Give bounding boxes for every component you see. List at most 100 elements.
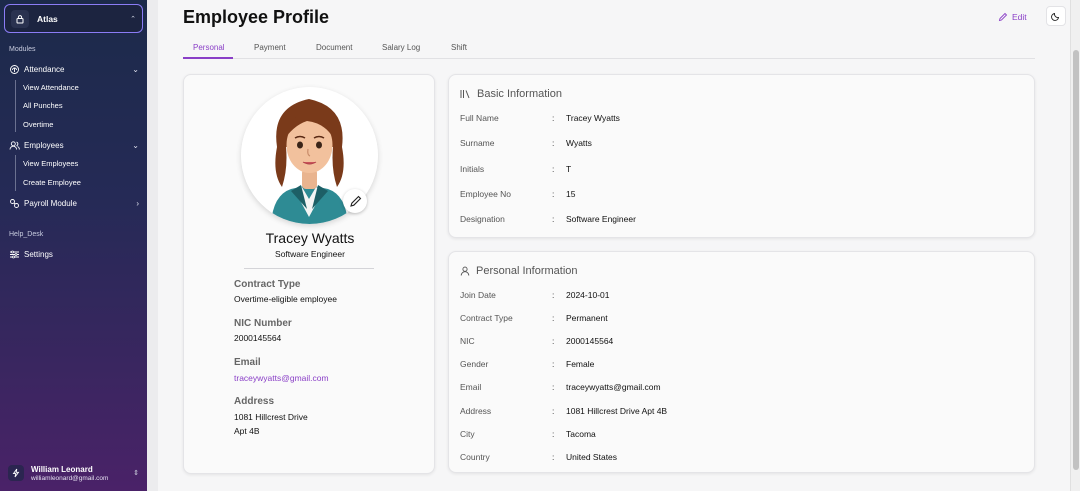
info-row-separator: : bbox=[552, 113, 555, 123]
user-info: William Leonard williamleonard@gmail.com bbox=[31, 465, 133, 482]
org-switcher[interactable]: Atlas ⌃ bbox=[4, 4, 143, 33]
nav-view-attendance[interactable]: View Attendance bbox=[23, 83, 79, 92]
scrollbar-thumb[interactable] bbox=[1073, 50, 1079, 470]
info-row-value: 1081 Hillcrest Drive Apt 4B bbox=[566, 405, 668, 416]
nav-overtime[interactable]: Overtime bbox=[23, 120, 53, 129]
personal-information-title-text: Personal Information bbox=[476, 265, 578, 277]
info-row-separator: : bbox=[552, 163, 555, 174]
info-row-value: traceywyatts@gmail.com bbox=[566, 382, 661, 393]
info-row-value: Wyatts bbox=[566, 138, 592, 149]
tab-shift[interactable]: Shift bbox=[451, 43, 467, 52]
theme-toggle-button[interactable] bbox=[1046, 6, 1066, 26]
user-icon bbox=[460, 266, 470, 276]
info-row-label: Employee No bbox=[460, 188, 512, 199]
tab-payment[interactable]: Payment bbox=[254, 43, 286, 52]
info-row-label: Designation bbox=[460, 214, 505, 225]
info-row-label: Contract Type bbox=[460, 313, 513, 324]
org-name: Atlas bbox=[37, 13, 58, 24]
info-row-value: Permanent bbox=[566, 313, 608, 324]
tab-salary-log[interactable]: Salary Log bbox=[382, 43, 420, 52]
info-row-label: Gender bbox=[460, 359, 489, 370]
users-icon bbox=[9, 140, 20, 151]
info-row-value: Software Engineer bbox=[566, 214, 636, 225]
page-title: Employee Profile bbox=[183, 7, 330, 27]
edit-button[interactable]: Edit bbox=[998, 12, 1027, 22]
basic-information-title-text: Basic Information bbox=[477, 88, 562, 100]
pencil-icon bbox=[998, 12, 1008, 22]
nav-attendance[interactable]: Attendance ⌄ bbox=[9, 61, 139, 77]
info-row-value: Female bbox=[566, 359, 595, 370]
main-content: Employee Profile Edit Personal Payment D… bbox=[158, 0, 1070, 491]
info-row-label: Email bbox=[460, 382, 482, 393]
sliders-icon bbox=[9, 249, 20, 260]
moon-icon bbox=[1051, 12, 1060, 21]
nic-number-label: NIC Number bbox=[234, 318, 292, 329]
basic-information-card: Basic Information Full Name: Tracey Wyatt… bbox=[448, 74, 1035, 238]
address-line-2: Apt 4B bbox=[234, 426, 260, 436]
chevron-down-icon: ⌄ bbox=[132, 140, 139, 150]
info-row-label: Address bbox=[460, 405, 492, 416]
nic-number-value: 2000145564 bbox=[234, 333, 282, 343]
tab-document[interactable]: Document bbox=[316, 43, 352, 52]
contract-type-value: Overtime-eligible employee bbox=[234, 294, 337, 304]
info-row-value: 2000145564 bbox=[566, 336, 614, 347]
pencil-icon bbox=[349, 195, 361, 207]
helpdesk-label: Help_Desk bbox=[9, 231, 44, 238]
scrollbar[interactable] bbox=[1070, 0, 1080, 491]
fingerprint-icon bbox=[9, 64, 20, 75]
info-row-value: Tacoma bbox=[566, 428, 596, 439]
chevron-down-icon: ⌄ bbox=[132, 64, 139, 74]
nav-view-employees[interactable]: View Employees bbox=[23, 159, 78, 168]
nav-settings-label: Settings bbox=[24, 249, 53, 259]
tab-personal[interactable]: Personal bbox=[193, 43, 225, 52]
nav-employees[interactable]: Employees ⌄ bbox=[9, 137, 139, 153]
info-row-label: Full Name bbox=[460, 113, 499, 123]
info-row-value: T bbox=[566, 163, 572, 174]
submenu-line bbox=[15, 155, 16, 191]
address-line-1: 1081 Hillcrest Drive bbox=[234, 412, 308, 422]
profile-designation: Software Engineer bbox=[275, 249, 345, 259]
info-row-separator: : bbox=[552, 382, 555, 393]
nav-payroll[interactable]: Payroll Module › bbox=[9, 195, 139, 211]
divider bbox=[244, 268, 374, 269]
nav-employees-label: Employees bbox=[24, 140, 64, 150]
user-menu[interactable]: William Leonard williamleonard@gmail.com… bbox=[0, 455, 147, 491]
info-row-value: Tracey Wyatts bbox=[566, 113, 620, 123]
info-row-value: 15 bbox=[566, 188, 576, 199]
sidebar: Atlas ⌃ Modules Attendance ⌄ View Attend… bbox=[0, 0, 147, 491]
nav-attendance-label: Attendance bbox=[24, 64, 65, 74]
info-row-label: Initials bbox=[460, 163, 485, 174]
info-row-separator: : bbox=[552, 188, 555, 199]
address-label: Address bbox=[234, 396, 275, 407]
email-link[interactable]: traceywyatts@gmail.com bbox=[234, 371, 329, 385]
info-row-label: City bbox=[460, 428, 475, 439]
info-row-separator: : bbox=[552, 428, 555, 439]
personal-information-title: Personal Information bbox=[460, 265, 578, 277]
info-row-separator: : bbox=[552, 359, 555, 370]
change-photo-button[interactable] bbox=[343, 189, 367, 213]
info-row-label: Surname bbox=[460, 138, 495, 149]
nav-all-punches[interactable]: All Punches bbox=[23, 101, 63, 110]
email-label: Email bbox=[234, 357, 261, 368]
info-row-separator: : bbox=[552, 313, 555, 324]
modules-label: Modules bbox=[9, 46, 36, 53]
nav-create-employee[interactable]: Create Employee bbox=[23, 178, 81, 187]
chevron-right-icon: › bbox=[136, 198, 139, 208]
lock-icon bbox=[11, 9, 29, 28]
submenu-line bbox=[15, 80, 16, 132]
chevrons-up-down-icon: ⌃ bbox=[130, 15, 136, 23]
user-name: William Leonard bbox=[31, 464, 93, 474]
info-row-value: United States bbox=[566, 451, 618, 462]
info-row-separator: : bbox=[552, 336, 555, 347]
contract-type-label: Contract Type bbox=[234, 279, 301, 290]
info-row-value: 2024-10-01 bbox=[566, 290, 610, 300]
bolt-icon bbox=[8, 465, 24, 481]
info-row-separator: : bbox=[552, 138, 555, 149]
nav-payroll-label: Payroll Module bbox=[24, 198, 77, 208]
info-row-separator: : bbox=[552, 290, 555, 300]
nav-settings[interactable]: Settings bbox=[9, 246, 139, 262]
profile-card: Tracey Wyatts Software Engineer Contract… bbox=[183, 74, 435, 474]
wallet-icon bbox=[9, 198, 20, 209]
edit-button-label: Edit bbox=[1012, 12, 1027, 22]
info-row-label: NIC bbox=[460, 336, 475, 347]
